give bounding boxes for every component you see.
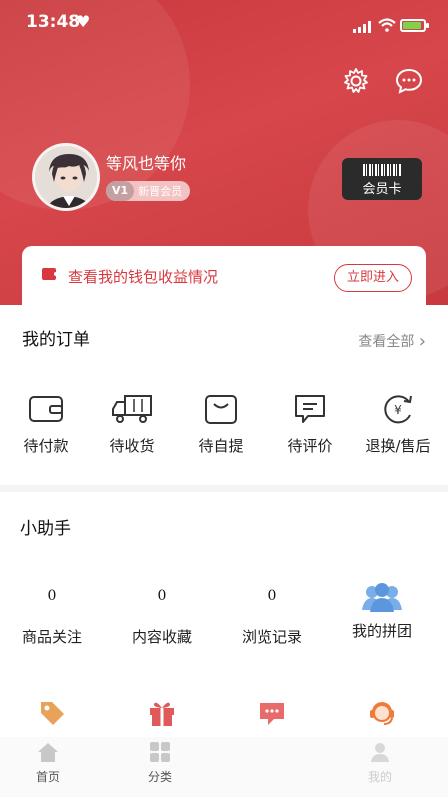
svg-text:¥: ¥	[394, 403, 402, 417]
level-code: V1	[106, 181, 135, 201]
comment-icon	[295, 395, 325, 423]
order-pending-review[interactable]: 待评价	[266, 393, 354, 456]
avatar[interactable]	[32, 143, 100, 211]
profile-icon	[371, 743, 389, 762]
order-item-label: 待评价	[287, 437, 333, 455]
heart-icon: ♥	[76, 12, 91, 31]
service-icon	[370, 702, 394, 725]
bag-icon	[205, 395, 237, 424]
home-icon	[38, 743, 58, 762]
wallet-icon	[29, 396, 63, 422]
group-icon	[362, 583, 402, 612]
wallet-text: 查看我的钱包收益情况	[68, 268, 219, 286]
barcode-icon	[363, 164, 401, 176]
truck-icon	[112, 395, 152, 423]
bottom-tab-bar: 首页 分类 我的	[0, 737, 448, 797]
chat-tool[interactable]	[228, 698, 316, 728]
tag-icon	[41, 702, 64, 725]
chat-icon	[260, 703, 284, 725]
order-item-label: 待收货	[109, 437, 155, 455]
gift-tool[interactable]	[118, 698, 206, 728]
refund-icon: ¥	[384, 395, 412, 424]
my-orders-section: 我的订单 查看全部 › 待付款 待收货 待自提 待评价 ¥ 退换/售后	[0, 305, 448, 485]
cellular-signal-icon	[353, 21, 371, 33]
wallet-icon	[42, 268, 58, 280]
tab-category[interactable]: 分类	[130, 741, 190, 785]
followed-products[interactable]: 0 商品关注	[8, 588, 96, 647]
level-name: 新晋会员	[138, 185, 183, 198]
tab-profile[interactable]: 我的	[350, 741, 410, 785]
order-item-label: 待自提	[198, 437, 244, 455]
username: 等风也等你	[106, 154, 187, 173]
saved-content[interactable]: 0 内容收藏	[118, 588, 206, 647]
status-bar: 13:48 ♥	[0, 0, 448, 44]
tab-label: 分类	[147, 770, 172, 784]
status-time: 13:48	[26, 12, 81, 32]
gift-icon	[150, 702, 174, 726]
coupon-tool[interactable]	[8, 698, 96, 728]
settings-gear-icon[interactable]	[341, 66, 371, 96]
chevron-right-icon: ›	[418, 331, 426, 352]
category-icon	[150, 742, 170, 762]
tab-label: 我的	[367, 770, 392, 784]
tab-home[interactable]: 首页	[18, 741, 78, 785]
wallet-banner[interactable]: 查看我的钱包收益情况 立即进入	[22, 246, 426, 306]
message-icon[interactable]	[394, 66, 424, 96]
view-all-label: 查看全部	[358, 334, 415, 350]
stat-label: 我的拼团	[351, 622, 412, 640]
order-item-label: 退换/售后	[365, 437, 431, 455]
wifi-icon	[378, 18, 396, 32]
order-item-label: 待付款	[23, 437, 69, 455]
member-card-button[interactable]: 会员卡	[342, 158, 422, 200]
order-after-sales[interactable]: ¥ 退换/售后	[354, 393, 442, 456]
stat-label: 商品关注	[21, 628, 82, 646]
stat-label: 浏览记录	[241, 628, 302, 646]
view-all-orders-link[interactable]: 查看全部 ›	[358, 331, 426, 352]
battery-icon	[400, 19, 429, 32]
stat-count: 0	[267, 588, 277, 604]
my-group-buy[interactable]: 我的拼团	[338, 582, 426, 641]
member-card-label: 会员卡	[362, 182, 402, 197]
order-pending-payment[interactable]: 待付款	[2, 393, 90, 456]
tab-label: 首页	[35, 770, 60, 784]
order-pending-receipt[interactable]: 待收货	[88, 393, 176, 456]
browsing-history[interactable]: 0 浏览记录	[228, 588, 316, 647]
member-level-badge[interactable]: V1 新晋会员	[106, 181, 191, 201]
stat-count: 0	[157, 588, 167, 604]
stat-count: 0	[47, 588, 57, 604]
order-pending-pickup[interactable]: 待自提	[177, 393, 265, 456]
orders-title: 我的订单	[22, 330, 90, 350]
customer-service-tool[interactable]	[338, 698, 426, 728]
stat-label: 内容收藏	[131, 628, 192, 646]
assistant-title: 小助手	[20, 519, 71, 539]
wallet-enter-button[interactable]: 立即进入	[334, 264, 412, 292]
